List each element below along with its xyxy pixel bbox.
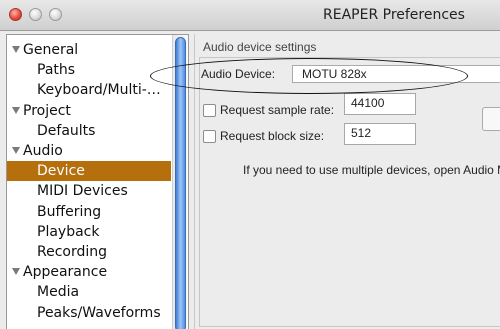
sidebar-item-defaults[interactable]: Defaults [7, 121, 171, 141]
sidebar-item-label: Playback [37, 223, 100, 240]
device-options-button[interactable] [482, 107, 500, 131]
sidebar-item-label: Media [37, 284, 80, 301]
sidebar-item-buffering[interactable]: Buffering [7, 202, 171, 222]
disclosure-triangle-icon[interactable] [12, 46, 20, 53]
disclosure-triangle-icon[interactable] [12, 147, 20, 154]
sidebar-item-paths[interactable]: Paths [7, 60, 171, 80]
group-title: Audio device settings [203, 40, 317, 54]
sidebar-item-keyboard-multi[interactable]: Keyboard/Multi-… [7, 80, 171, 100]
multiple-devices-hint: If you need to use multiple devices, ope… [243, 163, 500, 177]
sidebar-item-label: Keyboard/Multi-… [37, 82, 161, 99]
zoom-window-button[interactable] [49, 8, 62, 21]
sidebar-item-midi-devices[interactable]: MIDI Devices [7, 181, 171, 201]
sidebar-item-label: Peaks/Waveforms [37, 304, 161, 321]
request-sample-rate-checkbox[interactable] [203, 104, 216, 117]
preferences-window: REAPER Preferences General Paths Keyboard/… [0, 0, 500, 329]
sidebar-item-label: Project [23, 102, 71, 119]
sidebar-item-label: General [23, 42, 79, 58]
close-window-button[interactable] [9, 8, 22, 21]
sidebar-item-playback[interactable]: Playback [7, 222, 171, 242]
request-block-size-checkbox[interactable] [203, 130, 216, 143]
sidebar-item-media[interactable]: Media [7, 282, 171, 302]
sidebar-item-label: Audio [23, 143, 63, 159]
sidebar-item-peaks-waveforms[interactable]: Peaks/Waveforms [7, 303, 171, 323]
sidebar-item-label: Appearance [23, 264, 108, 281]
block-size-input[interactable]: 512 [344, 123, 416, 145]
sidebar-item-label: MIDI Devices [37, 183, 128, 200]
sidebar-item-general[interactable]: General [7, 40, 171, 60]
sample-rate-input[interactable]: 44100 [344, 93, 416, 115]
disclosure-triangle-icon[interactable] [12, 106, 20, 114]
sidebar-item-project[interactable]: Project [7, 101, 171, 121]
sidebar-item-label: Buffering [37, 203, 102, 220]
sidebar-item-device[interactable]: Device [7, 161, 171, 182]
sidebar-item-audio[interactable]: Audio [7, 141, 171, 161]
sidebar-item-appearance[interactable]: Appearance [7, 262, 171, 282]
sidebar-item-recording[interactable]: Recording [7, 242, 171, 262]
sidebar-item-label: Defaults [37, 122, 96, 139]
window-title: REAPER Preferences [323, 7, 465, 23]
disclosure-triangle-icon[interactable] [12, 268, 20, 276]
title-bar[interactable]: REAPER Preferences [0, 0, 500, 31]
highlight-annotation-ellipse [150, 58, 468, 94]
minimize-window-button[interactable] [29, 8, 42, 21]
sidebar-item-label: Device [37, 163, 85, 180]
sidebar-item-label: Recording [37, 244, 108, 260]
request-sample-rate-label[interactable]: Request sample rate: [220, 103, 334, 117]
sidebar-item-label: Paths [37, 62, 76, 79]
request-block-size-label[interactable]: Request block size: [220, 129, 324, 143]
